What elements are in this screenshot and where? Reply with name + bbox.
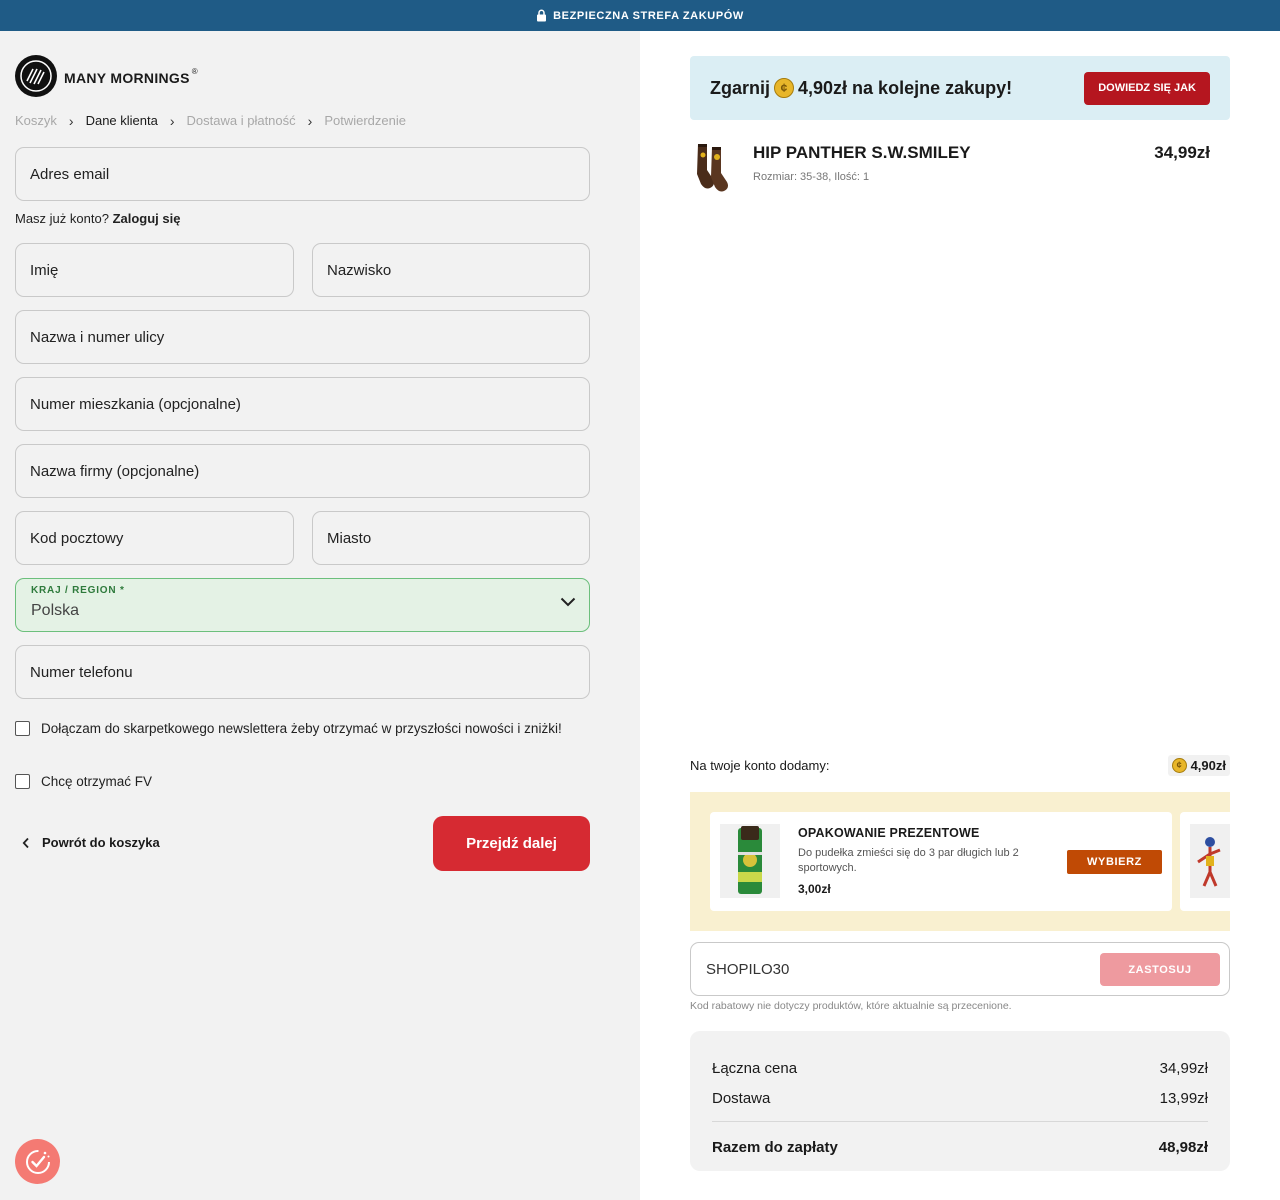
cart-item-meta: Rozmiar: 35-38, Ilość: 1	[753, 171, 870, 183]
total-label: Razem do zapłaty	[712, 1138, 838, 1156]
secure-zone-banner: BEZPIECZNA STREFA ZAKUPÓW	[0, 0, 1280, 31]
promo-text: 4,90zł na kolejne zakupy!	[798, 77, 1013, 98]
shipping-row: Dostawa 13,99zł	[712, 1083, 1208, 1113]
breadcrumb-delivery-payment: Dostawa i płatność	[186, 113, 296, 128]
back-to-cart-link[interactable]: Powrót do koszyka	[22, 835, 160, 850]
brand-name: MANY MORNINGS	[64, 69, 190, 86]
subtotal-row: Łączna cena 34,99zł	[712, 1053, 1208, 1083]
account-points-row: Na twoje konto dodamy: ¢ 4,90zł	[690, 753, 1230, 777]
cart-item: HIP PANTHER S.W.SMILEY Rozmiar: 35-38, I…	[690, 136, 1210, 196]
coupon-field[interactable]: SHOPILO30 ZASTOSUJ	[690, 942, 1230, 996]
upsell-card: OPAKOWANIE PREZENTOWE Do pudełka zmieści…	[710, 812, 1172, 911]
chevron-right-icon: ›	[169, 112, 175, 129]
brand-mark-icon	[15, 55, 57, 97]
first-name-field[interactable]: Imię	[15, 243, 294, 297]
figure-product-image	[1190, 824, 1230, 898]
invoice-checkbox[interactable]	[15, 774, 30, 789]
checkout-form-panel: MANY MORNINGS ® Koszyk › Dane klienta › D…	[0, 31, 640, 1200]
continue-button[interactable]: Przejdź dalej	[433, 816, 590, 871]
postal-code-placeholder: Kod pocztowy	[30, 529, 124, 547]
shipping-value: 13,99zł	[1159, 1089, 1208, 1107]
total-row: Razem do zapłaty 48,98zł	[712, 1132, 1208, 1162]
cookie-settings-button[interactable]	[15, 1139, 60, 1184]
last-name-field[interactable]: Nazwisko	[312, 243, 590, 297]
newsletter-label: Dołączam do skarpetkowego newslettera że…	[41, 721, 562, 736]
company-field[interactable]: Nazwa firmy (opcjonalne)	[15, 444, 590, 498]
street-field[interactable]: Nazwa i numer ulicy	[15, 310, 590, 364]
country-select[interactable]: KRAJ / REGION * Polska	[15, 578, 590, 632]
phone-field[interactable]: Numer telefonu	[15, 645, 590, 699]
apply-coupon-button[interactable]: ZASTOSUJ	[1100, 953, 1220, 986]
subtotal-value: 34,99zł	[1159, 1059, 1208, 1077]
invoice-option[interactable]: Chcę otrzymać FV	[15, 772, 152, 791]
country-value: Polska	[31, 602, 80, 619]
apartment-field[interactable]: Numer mieszkania (opcjonalne)	[15, 377, 590, 431]
phone-placeholder: Numer telefonu	[30, 663, 133, 681]
company-placeholder: Nazwa firmy (opcjonalne)	[30, 462, 200, 480]
city-field[interactable]: Miasto	[312, 511, 590, 565]
have-account-question: Masz już konto?	[15, 211, 109, 226]
account-points-badge: ¢ 4,90zł	[1167, 754, 1230, 776]
chevron-left-icon	[22, 837, 29, 848]
breadcrumb-customer-data: Dane klienta	[85, 113, 158, 128]
shipping-label: Dostawa	[712, 1089, 771, 1107]
cart-item-name: HIP PANTHER S.W.SMILEY	[753, 143, 971, 162]
breadcrumb: Koszyk › Dane klienta › Dostawa i płatno…	[15, 113, 406, 128]
cookie-check-icon	[25, 1149, 50, 1174]
promo-prefix: Zgarnij	[710, 77, 771, 98]
coupon-note: Kod rabatowy nie dotyczy produktów, któr…	[690, 1000, 1012, 1012]
chevron-down-icon	[560, 597, 576, 607]
upsell-card-next[interactable]	[1180, 812, 1230, 911]
email-field[interactable]: Adres email	[15, 147, 590, 201]
chevron-right-icon: ›	[307, 112, 313, 129]
postal-code-field[interactable]: Kod pocztowy	[15, 511, 294, 565]
city-placeholder: Miasto	[327, 529, 372, 547]
coin-icon: ¢	[774, 78, 795, 98]
chevron-right-icon: ›	[68, 112, 74, 129]
newsletter-option[interactable]: Dołączam do skarpetkowego newslettera że…	[15, 719, 595, 738]
email-placeholder: Adres email	[30, 165, 110, 183]
upsell-price: 3,00zł	[798, 882, 831, 896]
apartment-placeholder: Numer mieszkania (opcjonalne)	[30, 395, 241, 413]
breadcrumb-cart[interactable]: Koszyk	[15, 113, 57, 128]
have-account-text: Masz już konto? Zaloguj się	[15, 211, 180, 226]
account-points-value: 4,90zł	[1190, 757, 1226, 773]
last-name-placeholder: Nazwisko	[327, 261, 392, 279]
login-link[interactable]: Zaloguj się	[113, 211, 181, 226]
cart-item-price: 34,99zł	[1154, 143, 1210, 162]
first-name-placeholder: Imię	[30, 261, 59, 279]
order-summary-panel: Zgarnij ¢ 4,90zł na kolejne zakupy! DOWI…	[640, 31, 1280, 1200]
learn-how-button[interactable]: DOWIEDZ SIĘ JAK	[1084, 71, 1210, 105]
upsell-title: OPAKOWANIE PREZENTOWE	[798, 826, 980, 840]
lock-icon	[537, 9, 547, 22]
invoice-label: Chcę otrzymać FV	[41, 774, 153, 789]
divider	[712, 1121, 1208, 1122]
sock-product-image	[697, 144, 728, 192]
account-points-label: Na twoje konto dodamy:	[690, 757, 830, 773]
loyalty-promo-banner: Zgarnij ¢ 4,90zł na kolejne zakupy! DOWI…	[690, 56, 1230, 120]
subtotal-label: Łączna cena	[712, 1059, 798, 1077]
coin-icon: ¢	[1171, 757, 1187, 773]
brand-logo[interactable]: MANY MORNINGS ®	[15, 55, 198, 97]
breadcrumb-confirmation: Potwierdzenie	[324, 113, 406, 128]
country-label: KRAJ / REGION *	[31, 585, 125, 596]
registered-mark: ®	[191, 66, 198, 76]
order-totals: Łączna cena 34,99zł Dostawa 13,99zł Raze…	[690, 1031, 1230, 1171]
street-placeholder: Nazwa i numer ulicy	[30, 328, 165, 346]
gift-wrap-upsell-carousel: OPAKOWANIE PREZENTOWE Do pudełka zmieści…	[690, 792, 1230, 931]
upsell-description: Do pudełka zmieści się do 3 par długich …	[798, 847, 1019, 874]
choose-upsell-button[interactable]: WYBIERZ	[1067, 850, 1162, 874]
gift-box-image	[720, 824, 780, 898]
total-value: 48,98zł	[1158, 1138, 1208, 1156]
back-to-cart-label: Powrót do koszyka	[42, 835, 160, 850]
newsletter-checkbox[interactable]	[15, 721, 30, 736]
coupon-value: SHOPILO30	[706, 960, 790, 978]
secure-zone-text: BEZPIECZNA STREFA ZAKUPÓW	[553, 9, 744, 22]
